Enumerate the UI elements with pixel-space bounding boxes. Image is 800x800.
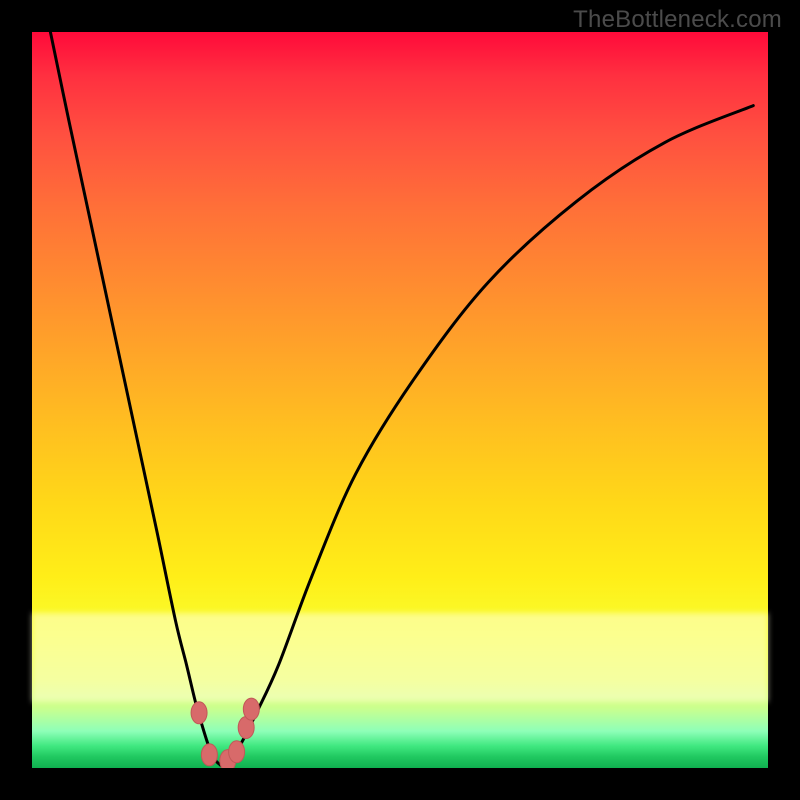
- chart-frame: TheBottleneck.com: [0, 0, 800, 800]
- curve-left-branch: [50, 32, 220, 765]
- chart-svg: [32, 32, 768, 768]
- data-marker: [243, 698, 259, 720]
- plot-area: [32, 32, 768, 768]
- data-marker: [201, 744, 217, 766]
- data-marker: [229, 741, 245, 763]
- data-marker: [191, 702, 207, 724]
- curve-right-branch: [220, 106, 753, 765]
- watermark-text: TheBottleneck.com: [573, 6, 782, 34]
